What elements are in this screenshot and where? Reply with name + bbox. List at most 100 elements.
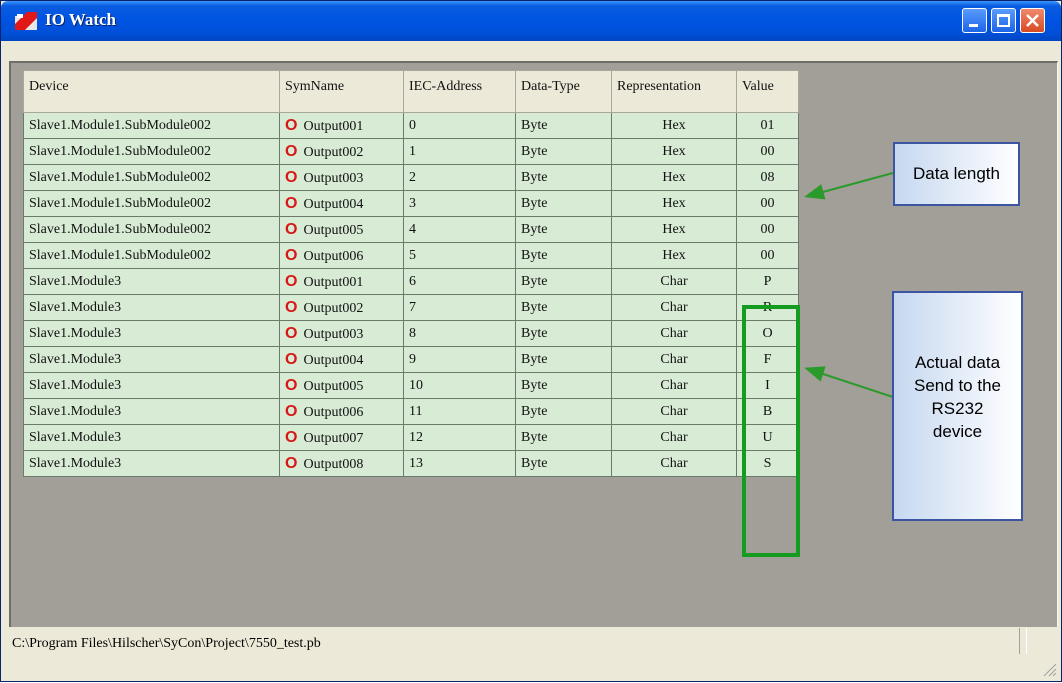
table-row[interactable]: Slave1.Module3 O Output001 6 Byte Char P <box>23 268 799 295</box>
iec-address-cell[interactable]: 11 <box>403 398 516 425</box>
iec-address-cell[interactable]: 5 <box>403 242 516 269</box>
iec-address-cell[interactable]: 0 <box>403 112 516 139</box>
representation-cell[interactable]: Hex <box>611 190 737 217</box>
value-cell[interactable]: F <box>736 346 799 373</box>
iec-address-cell[interactable]: 1 <box>403 138 516 165</box>
data-type-cell[interactable]: Byte <box>515 320 612 347</box>
table-row[interactable]: Slave1.Module3 O Output004 9 Byte Char F <box>23 346 799 373</box>
maximize-button[interactable] <box>991 8 1016 33</box>
symname-cell[interactable]: O Output003 <box>279 164 404 191</box>
iec-address-cell[interactable]: 4 <box>403 216 516 243</box>
symname-cell[interactable]: O Output005 <box>279 216 404 243</box>
data-type-cell[interactable]: Byte <box>515 450 612 477</box>
table-row[interactable]: Slave1.Module1.SubModule002 O Output004 3 By… <box>23 190 799 217</box>
table-row[interactable]: Slave1.Module1.SubModule002 O Output003 2 By… <box>23 164 799 191</box>
symname-cell[interactable]: O Output001 <box>279 112 404 139</box>
table-row[interactable]: Slave1.Module1.SubModule002 O Output005 4 By… <box>23 216 799 243</box>
data-type-cell[interactable]: Byte <box>515 138 612 165</box>
table-row[interactable]: Slave1.Module3 O Output006 11 Byte Char B <box>23 398 799 425</box>
symname-cell[interactable]: O Output002 <box>279 138 404 165</box>
device-cell[interactable]: Slave1.Module3 <box>23 398 280 425</box>
value-cell[interactable]: B <box>736 398 799 425</box>
symname-cell[interactable]: O Output006 <box>279 398 404 425</box>
device-cell[interactable]: Slave1.Module3 <box>23 294 280 321</box>
value-cell[interactable]: O <box>736 320 799 347</box>
value-cell[interactable]: R <box>736 294 799 321</box>
device-cell[interactable]: Slave1.Module3 <box>23 268 280 295</box>
title-bar[interactable]: IO Watch <box>1 1 1061 41</box>
symname-cell[interactable]: O Output004 <box>279 346 404 373</box>
symname-cell[interactable]: O Output007 <box>279 424 404 451</box>
iec-address-cell[interactable]: 9 <box>403 346 516 373</box>
column-header-value[interactable]: Value <box>736 70 799 113</box>
value-cell[interactable]: P <box>736 268 799 295</box>
value-cell[interactable]: S <box>736 450 799 477</box>
device-cell[interactable]: Slave1.Module1.SubModule002 <box>23 112 280 139</box>
device-cell[interactable]: Slave1.Module1.SubModule002 <box>23 242 280 269</box>
value-cell[interactable]: 00 <box>736 138 799 165</box>
value-cell[interactable]: 00 <box>736 190 799 217</box>
column-header-iec-address[interactable]: IEC-Address <box>403 70 516 113</box>
iec-address-cell[interactable]: 13 <box>403 450 516 477</box>
device-cell[interactable]: Slave1.Module3 <box>23 424 280 451</box>
representation-cell[interactable]: Hex <box>611 242 737 269</box>
device-cell[interactable]: Slave1.Module1.SubModule002 <box>23 164 280 191</box>
column-header-representation[interactable]: Representation <box>611 70 737 113</box>
iec-address-cell[interactable]: 8 <box>403 320 516 347</box>
value-cell[interactable]: 00 <box>736 242 799 269</box>
data-type-cell[interactable]: Byte <box>515 164 612 191</box>
representation-cell[interactable]: Char <box>611 372 737 399</box>
representation-cell[interactable]: Hex <box>611 138 737 165</box>
symname-cell[interactable]: O Output006 <box>279 242 404 269</box>
symname-cell[interactable]: O Output005 <box>279 372 404 399</box>
device-cell[interactable]: Slave1.Module3 <box>23 320 280 347</box>
symname-cell[interactable]: O Output004 <box>279 190 404 217</box>
table-row[interactable]: Slave1.Module1.SubModule002 O Output002 1 By… <box>23 138 799 165</box>
representation-cell[interactable]: Hex <box>611 112 737 139</box>
device-cell[interactable]: Slave1.Module3 <box>23 372 280 399</box>
device-cell[interactable]: Slave1.Module1.SubModule002 <box>23 138 280 165</box>
symname-cell[interactable]: O Output001 <box>279 268 404 295</box>
data-type-cell[interactable]: Byte <box>515 112 612 139</box>
data-type-cell[interactable]: Byte <box>515 398 612 425</box>
representation-cell[interactable]: Char <box>611 398 737 425</box>
table-row[interactable]: Slave1.Module3 O Output008 13 Byte Char S <box>23 450 799 477</box>
close-button[interactable] <box>1020 8 1045 33</box>
representation-cell[interactable]: Char <box>611 268 737 295</box>
symname-cell[interactable]: O Output003 <box>279 320 404 347</box>
data-type-cell[interactable]: Byte <box>515 190 612 217</box>
table-row[interactable]: Slave1.Module3 O Output007 12 Byte Char U <box>23 424 799 451</box>
data-type-cell[interactable]: Byte <box>515 268 612 295</box>
representation-cell[interactable]: Hex <box>611 164 737 191</box>
iec-address-cell[interactable]: 3 <box>403 190 516 217</box>
symname-cell[interactable]: O Output002 <box>279 294 404 321</box>
device-cell[interactable]: Slave1.Module1.SubModule002 <box>23 190 280 217</box>
symname-cell[interactable]: O Output008 <box>279 450 404 477</box>
iec-address-cell[interactable]: 2 <box>403 164 516 191</box>
value-cell[interactable]: 01 <box>736 112 799 139</box>
table-row[interactable]: Slave1.Module1.SubModule002 O Output006 5 By… <box>23 242 799 269</box>
iec-address-cell[interactable]: 6 <box>403 268 516 295</box>
data-type-cell[interactable]: Byte <box>515 424 612 451</box>
column-header-data-type[interactable]: Data-Type <box>515 70 612 113</box>
resize-grip-icon[interactable] <box>1041 661 1057 677</box>
representation-cell[interactable]: Char <box>611 346 737 373</box>
data-type-cell[interactable]: Byte <box>515 216 612 243</box>
representation-cell[interactable]: Char <box>611 294 737 321</box>
iec-address-cell[interactable]: 12 <box>403 424 516 451</box>
iec-address-cell[interactable]: 7 <box>403 294 516 321</box>
representation-cell[interactable]: Char <box>611 424 737 451</box>
data-type-cell[interactable]: Byte <box>515 242 612 269</box>
column-header-device[interactable]: Device <box>23 70 280 113</box>
value-cell[interactable]: 08 <box>736 164 799 191</box>
data-type-cell[interactable]: Byte <box>515 372 612 399</box>
minimize-button[interactable] <box>962 8 987 33</box>
column-header-symname[interactable]: SymName <box>279 70 404 113</box>
value-cell[interactable]: I <box>736 372 799 399</box>
device-cell[interactable]: Slave1.Module3 <box>23 346 280 373</box>
value-cell[interactable]: U <box>736 424 799 451</box>
device-cell[interactable]: Slave1.Module3 <box>23 450 280 477</box>
table-row[interactable]: Slave1.Module3 O Output003 8 Byte Char O <box>23 320 799 347</box>
representation-cell[interactable]: Char <box>611 320 737 347</box>
table-row[interactable]: Slave1.Module3 O Output002 7 Byte Char R <box>23 294 799 321</box>
